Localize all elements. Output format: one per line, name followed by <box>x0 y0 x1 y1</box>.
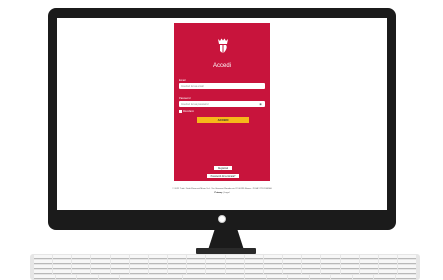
show-password-icon[interactable]: ◉ <box>258 102 263 106</box>
remember-me[interactable]: Ricordami <box>179 110 194 113</box>
monitor-frame: Accedi Email Password ◉ Ricordami ACCEDI… <box>48 8 396 230</box>
webcam-icon <box>218 215 226 223</box>
footer-copyright: © 2022 Tutti i Diritti Riservati Mixer S… <box>172 188 272 190</box>
legal-link[interactable]: Legal <box>224 192 229 194</box>
footer-links: Privacy | Legal <box>57 192 387 194</box>
email-label: Email <box>179 79 186 82</box>
keyboard <box>30 254 420 280</box>
forgot-password-button[interactable]: Password dimenticata? <box>207 174 239 178</box>
register-button[interactable]: Registrati <box>214 166 232 170</box>
remember-label: Ricordami <box>183 110 194 113</box>
brand-logo-icon <box>218 38 228 53</box>
remember-checkbox[interactable] <box>179 110 182 113</box>
email-field[interactable] <box>179 83 265 89</box>
screen: Accedi Email Password ◉ Ricordami ACCEDI… <box>57 18 387 210</box>
login-title: Accedi <box>212 63 231 69</box>
login-card: Accedi Email Password ◉ Ricordami ACCEDI… <box>174 23 270 181</box>
monitor-stand <box>208 230 244 250</box>
login-button[interactable]: ACCEDI <box>197 117 249 123</box>
password-label: Password <box>179 97 191 100</box>
privacy-link[interactable]: Privacy <box>215 192 223 194</box>
password-field[interactable] <box>179 101 265 107</box>
